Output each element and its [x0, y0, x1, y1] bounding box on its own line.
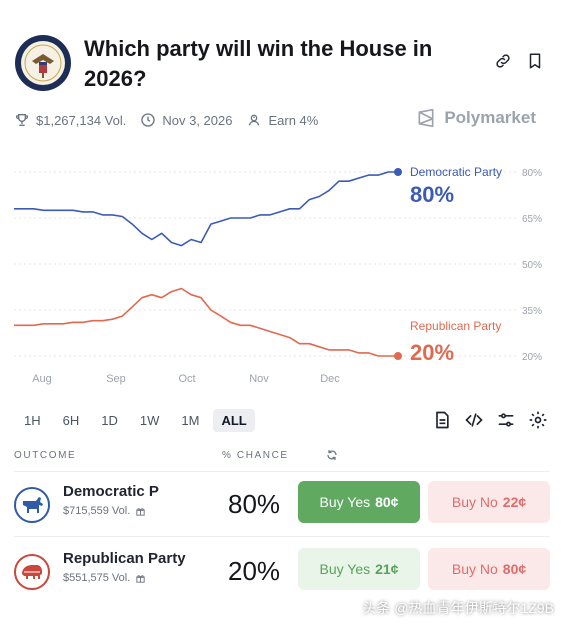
outcome-table-header: OUTCOME % CHANCE [14, 449, 550, 464]
range-button-1d[interactable]: 1D [93, 409, 126, 432]
brand-name: Polymarket [444, 108, 536, 127]
range-button-1h[interactable]: 1H [16, 409, 49, 432]
range-button-all[interactable]: ALL [213, 408, 255, 432]
watermark: 头条 @热血青年伊斯特尔1Z9B [362, 600, 554, 616]
range-button-1m[interactable]: 1M [173, 409, 207, 432]
series-value-label: 80% [410, 182, 454, 207]
earn-label: Earn 4% [268, 112, 319, 128]
y-tick-label: 50% [522, 260, 542, 271]
settings-sliders-icon[interactable] [496, 410, 516, 430]
gift-icon [136, 574, 145, 583]
y-tick-label: 65% [522, 214, 542, 225]
buy-yes-label: Buy Yes [319, 494, 371, 510]
market-end-date: Nov 3, 2026 [162, 112, 233, 128]
col-outcome: OUTCOME [14, 450, 77, 461]
link-icon[interactable] [494, 52, 512, 70]
x-tick-label: Dec [320, 373, 340, 385]
series-endpoint [394, 352, 402, 360]
x-tick-label: Oct [178, 373, 195, 385]
divider [14, 536, 550, 537]
democrat-donkey-icon [14, 487, 50, 523]
range-button-1w[interactable]: 1W [132, 409, 168, 432]
outcome-chance: 80% [228, 489, 281, 519]
earn-icon [249, 114, 260, 126]
outcome-volume: $715,559 Vol. [63, 505, 131, 517]
time-range-selector: 1H 6H 1D 1W 1M ALL [16, 408, 261, 432]
page-title: Which party will win the House in 2026? [84, 36, 433, 91]
x-tick-label: Nov [249, 373, 269, 385]
buy-no-label: Buy No [451, 494, 498, 510]
outcome-chance: 20% [228, 556, 281, 586]
col-chance: % CHANCE [222, 450, 289, 461]
y-tick-label: 35% [522, 306, 542, 317]
buy-yes-label: Buy Yes [319, 561, 371, 577]
seal-icon [15, 35, 71, 91]
bookmark-icon[interactable] [526, 52, 544, 70]
outcome-name: Republican Party [63, 550, 186, 567]
buy-no-price: 22¢ [502, 494, 527, 510]
document-icon[interactable] [432, 410, 452, 430]
outcome-name: Democratic P [63, 483, 159, 500]
gift-icon [136, 507, 145, 516]
buy-yes-price: 80¢ [375, 494, 399, 510]
series-name-label: Republican Party [410, 319, 501, 333]
outcome-volume: $551,575 Vol. [63, 572, 131, 584]
buy-yes-price: 21¢ [375, 561, 399, 577]
buy-yes-button[interactable]: Buy Yes 80¢ [298, 481, 420, 523]
trophy-icon [15, 114, 29, 126]
republican-elephant-icon [14, 554, 50, 590]
polymarket-icon [418, 108, 434, 128]
embed-code-icon[interactable] [464, 410, 484, 430]
y-tick-label: 20% [522, 352, 542, 363]
outcome-row-republican[interactable]: Republican Party $551,575 Vol. 20% Buy Y… [14, 546, 550, 598]
polymarket-logo: Polymarket [416, 108, 536, 128]
clock-icon [141, 113, 156, 127]
series-name-label: Democratic Party [410, 165, 502, 179]
refresh-icon[interactable] [326, 449, 338, 461]
buy-yes-button[interactable]: Buy Yes 21¢ [298, 548, 420, 590]
x-tick-label: Sep [106, 373, 126, 385]
x-tick-label: Aug [32, 373, 52, 385]
price-chart[interactable]: 80% 65% 50% 35% 20% Aug Sep Oct Nov Dec Democratic… [0, 150, 564, 390]
series-endpoint [394, 168, 402, 176]
gear-icon[interactable] [528, 410, 548, 430]
market-volume: $1,267,134 Vol. [36, 112, 127, 128]
range-button-6h[interactable]: 6H [55, 409, 88, 432]
buy-no-label: Buy No [451, 561, 498, 577]
buy-no-button[interactable]: Buy No 80¢ [428, 548, 550, 590]
buy-no-price: 80¢ [502, 561, 527, 577]
series-line-democratic [14, 171, 398, 247]
chart-tools [420, 410, 548, 430]
earn-link[interactable]: Earn 4% [246, 112, 318, 128]
y-tick-label: 80% [522, 168, 542, 179]
series-line-republican [14, 287, 398, 357]
buy-no-button[interactable]: Buy No 22¢ [428, 481, 550, 523]
series-value-label: 20% [410, 340, 454, 365]
divider [14, 471, 550, 472]
outcome-row-democratic[interactable]: Democratic P $715,559 Vol. 80% Buy Yes 80… [14, 479, 550, 531]
